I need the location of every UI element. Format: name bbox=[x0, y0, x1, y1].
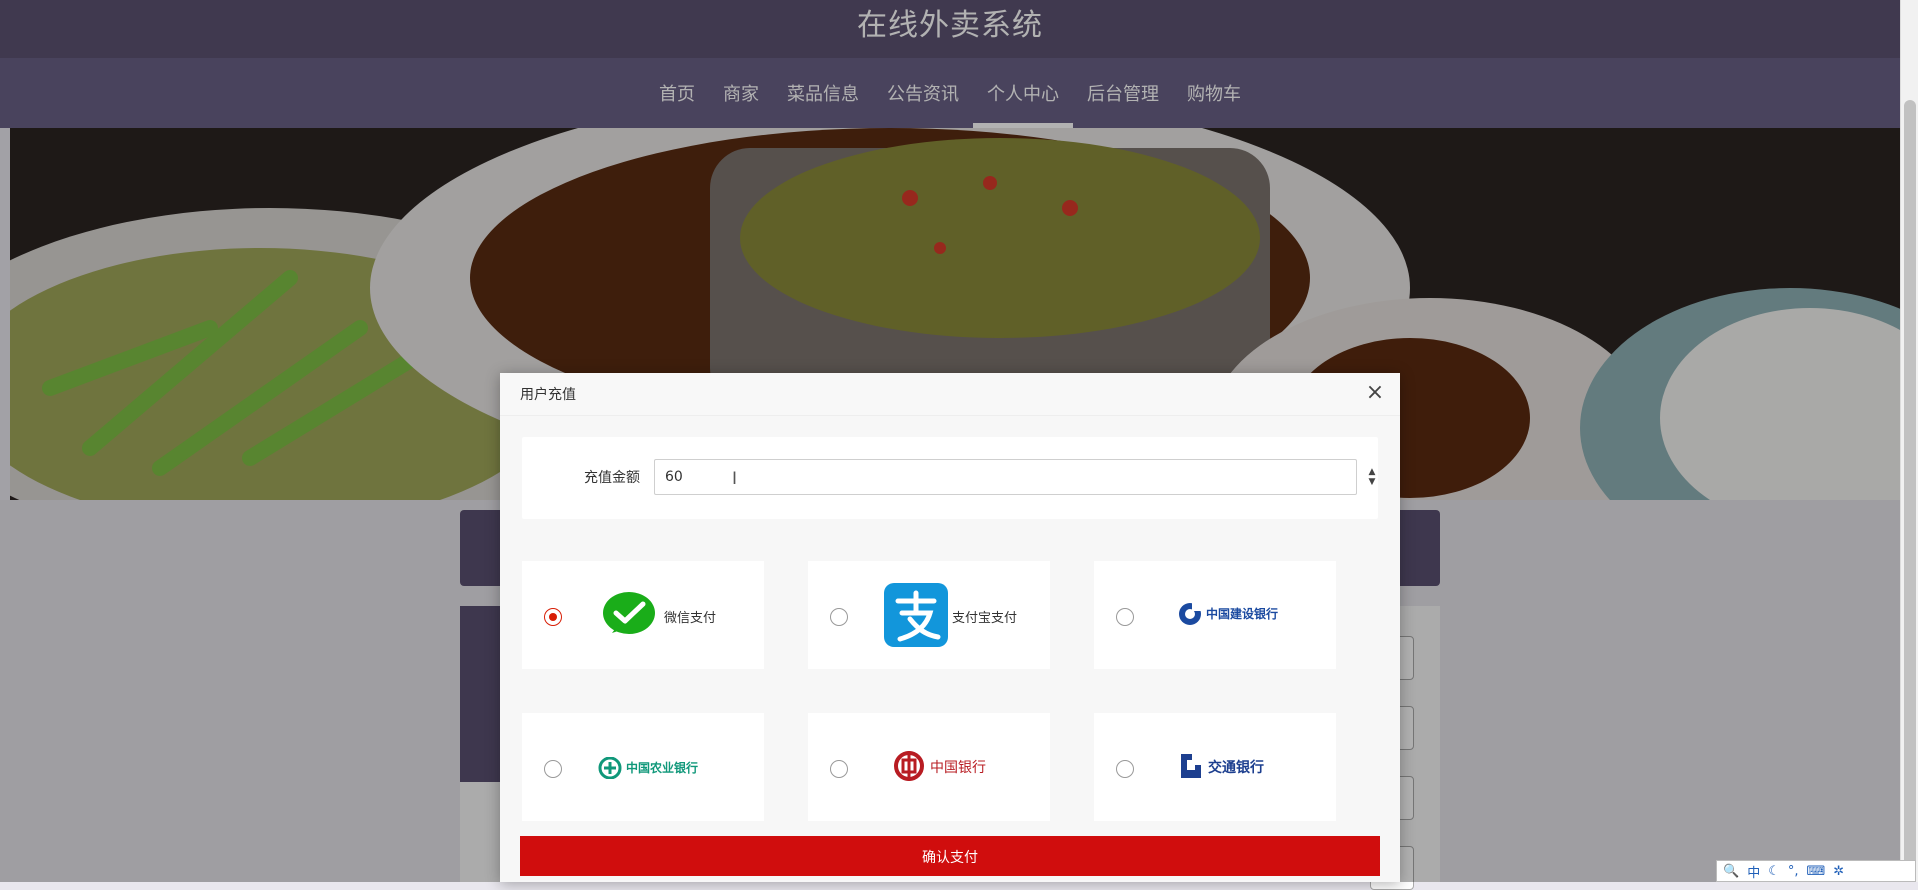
amount-form: 充值金额 ▲▼ bbox=[522, 437, 1378, 519]
radio-bocom[interactable] bbox=[1116, 760, 1134, 778]
dialog-header: 用户充值 × bbox=[500, 373, 1400, 416]
radio-abc[interactable] bbox=[544, 760, 562, 778]
payment-option-bocom[interactable]: 交通银行 bbox=[1094, 713, 1336, 821]
keyboard-icon[interactable]: ⌨ bbox=[1807, 864, 1826, 879]
bocom-logo-icon bbox=[1181, 754, 1201, 778]
abc-logo-text: 中国农业银行 bbox=[626, 761, 699, 775]
payment-option-abc[interactable]: 中国农业银行 bbox=[522, 713, 764, 821]
boc-logo-icon bbox=[894, 751, 924, 781]
scrollbar-thumb[interactable] bbox=[1904, 100, 1916, 880]
radio-ccb[interactable] bbox=[1116, 608, 1134, 626]
moon-icon[interactable]: ☾ bbox=[1768, 864, 1780, 879]
ime-toolbar[interactable]: 🔍 中 ☾ °, ⌨ ✲ bbox=[1716, 860, 1916, 882]
payment-option-wechat[interactable]: 微信支付 bbox=[522, 561, 764, 669]
abc-logo-icon bbox=[598, 757, 622, 779]
close-icon[interactable]: × bbox=[1364, 382, 1386, 404]
alipay-icon bbox=[884, 583, 948, 647]
ccb-logo-text: 中国建设银行 bbox=[1206, 607, 1279, 621]
amount-label: 充值金额 bbox=[584, 470, 640, 486]
ime-search-icon[interactable]: 🔍 bbox=[1723, 864, 1739, 879]
dialog-title: 用户充值 bbox=[520, 387, 576, 403]
payment-option-alipay[interactable]: 支付宝支付 bbox=[808, 561, 1050, 669]
punctuation-icon[interactable]: °, bbox=[1788, 864, 1799, 879]
recharge-dialog: 用户充值 × 充值金额 ▲▼ I 微信支付 支付宝支付 中国建设银行 bbox=[500, 373, 1400, 882]
ime-mode-indicator[interactable]: 中 bbox=[1747, 862, 1760, 881]
radio-boc[interactable] bbox=[830, 760, 848, 778]
ccb-logo-icon bbox=[1179, 603, 1202, 625]
settings-icon[interactable]: ✲ bbox=[1833, 864, 1844, 879]
amount-input[interactable] bbox=[654, 459, 1357, 495]
payment-option-ccb[interactable]: 中国建设银行 bbox=[1094, 561, 1336, 669]
payment-option-boc[interactable]: 中国银行 bbox=[808, 713, 1050, 821]
page-scrollbar[interactable] bbox=[1900, 0, 1918, 882]
radio-alipay[interactable] bbox=[830, 608, 848, 626]
text-cursor-icon: I bbox=[732, 469, 738, 489]
wechat-pay-label: 微信支付 bbox=[664, 611, 717, 626]
boc-logo-text: 中国银行 bbox=[930, 760, 986, 776]
number-spinner-icon[interactable]: ▲ ▼ bbox=[1367, 467, 1377, 487]
confirm-pay-button[interactable]: 确认支付 bbox=[520, 836, 1380, 876]
radio-wechat[interactable] bbox=[544, 608, 562, 626]
alipay-label: 支付宝支付 bbox=[952, 611, 1018, 626]
bocom-logo-text: 交通银行 bbox=[1208, 760, 1264, 776]
wechat-pay-icon bbox=[603, 592, 655, 634]
